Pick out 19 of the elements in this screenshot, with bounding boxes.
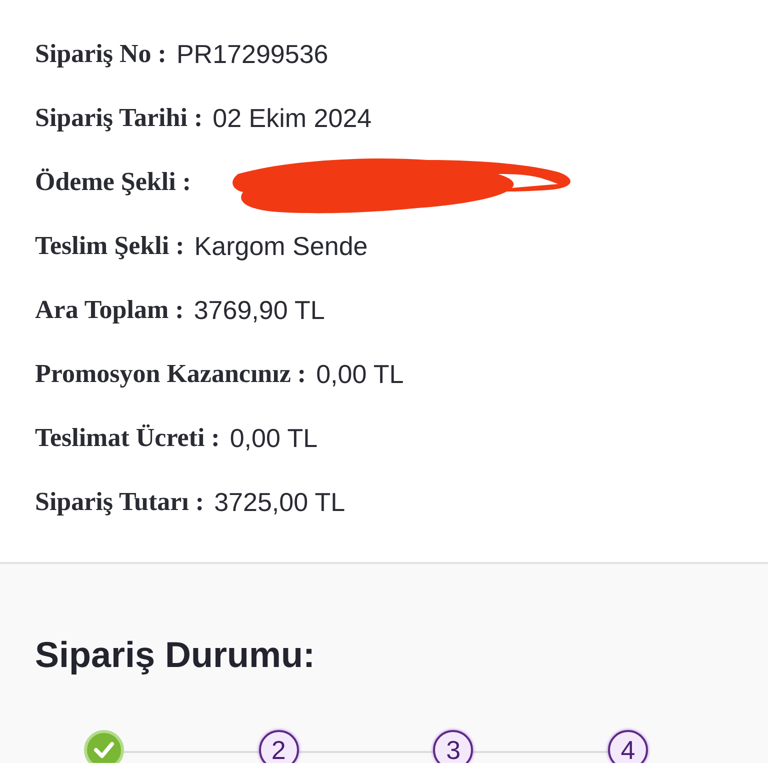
field-label: Ara Toplam : xyxy=(35,295,184,325)
field-label: Promosyon Kazancınız : xyxy=(35,359,306,389)
field-label: Ödeme Şekli : xyxy=(35,167,191,197)
field-label: Sipariş Tarihi : xyxy=(35,103,203,133)
field-value: 0,00 TL xyxy=(316,358,404,390)
field-value: Kargom Sende xyxy=(194,230,368,262)
field-label: Teslim Şekli : xyxy=(35,231,184,261)
field-label: Sipariş No : xyxy=(35,39,166,69)
step-number: 4 xyxy=(608,730,648,763)
field-value: 02 Ekim 2024 xyxy=(212,102,372,134)
field-label: Sipariş Tutarı : xyxy=(35,487,204,517)
step-number: 3 xyxy=(433,730,474,763)
field-label: Teslimat Ücreti : xyxy=(35,423,220,453)
field-value: 0,00 TL xyxy=(230,422,318,454)
field-value: PR17299536 xyxy=(176,38,328,70)
field-value: 3725,00 TL xyxy=(214,486,346,518)
step-number: 2 xyxy=(258,730,299,763)
field-value: 3769,90 TL xyxy=(194,294,325,326)
section-title: Sipariş Durumu: xyxy=(35,634,316,676)
